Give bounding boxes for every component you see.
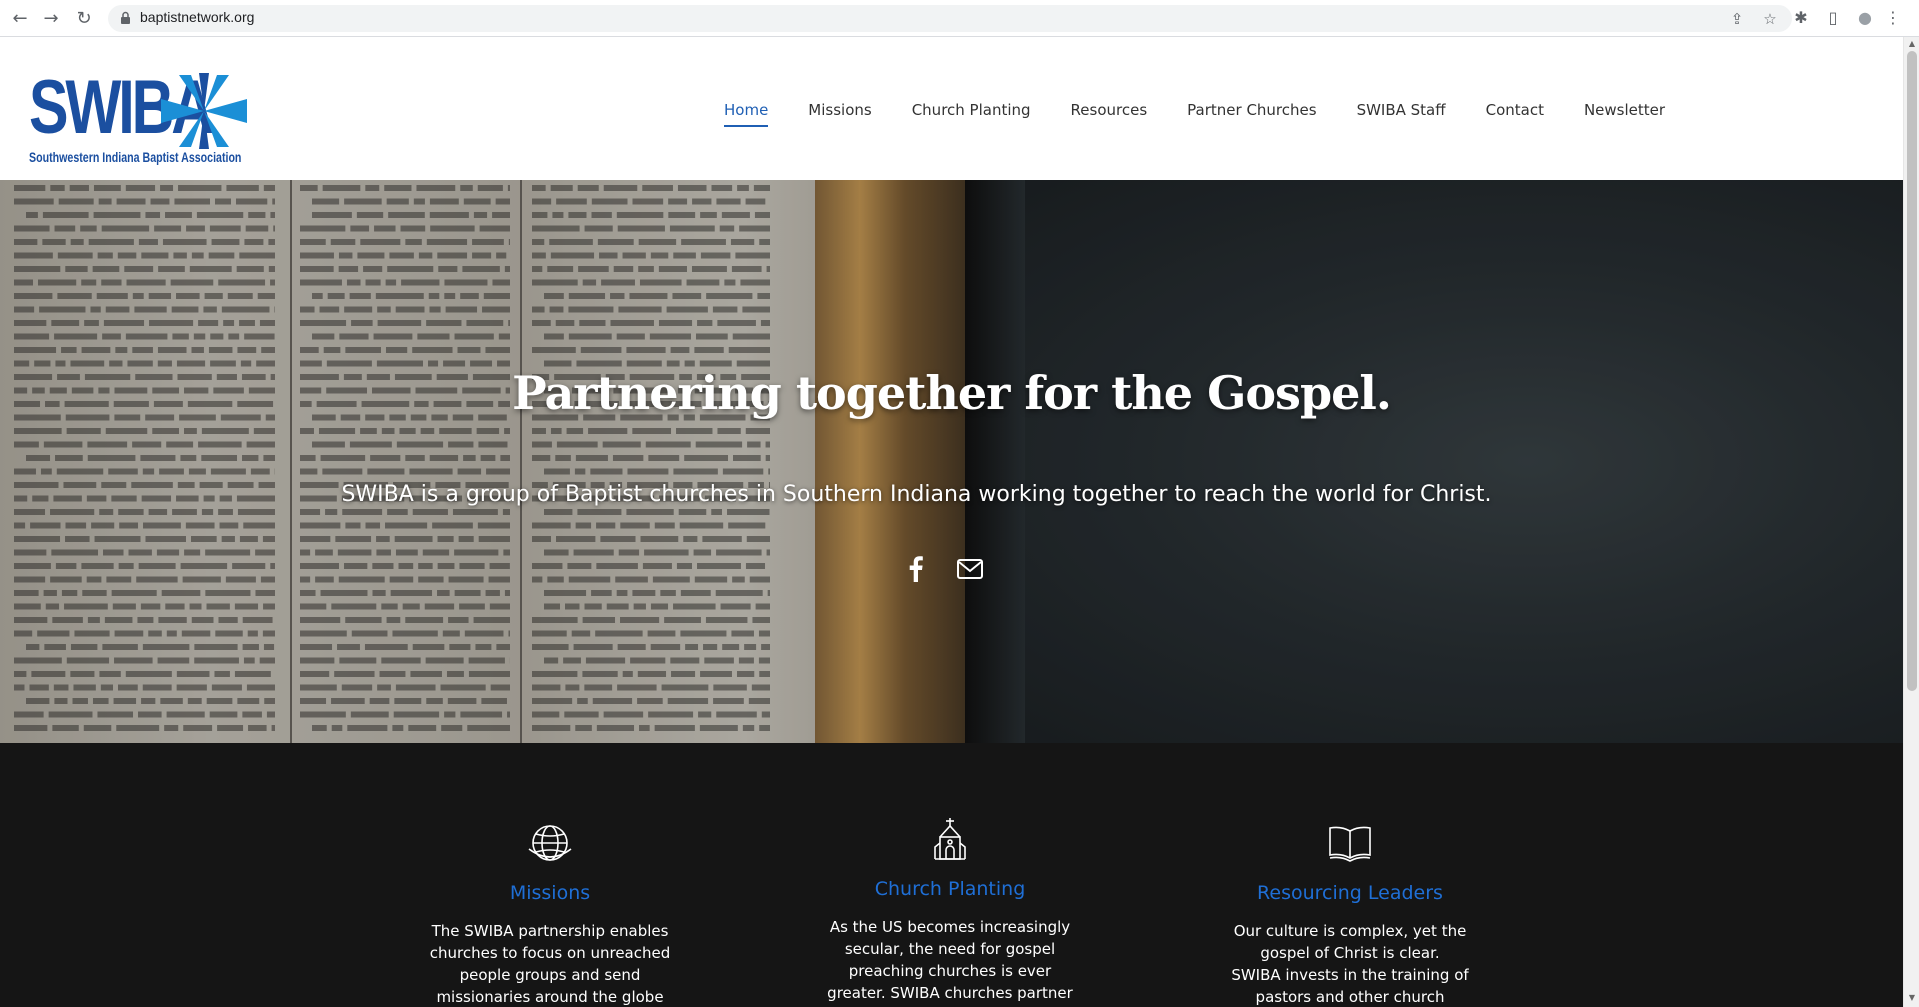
browser-menu-icon[interactable]: ⋮	[1883, 8, 1903, 28]
feature-line: Our culture is complex, yet the	[1233, 922, 1467, 940]
nav-newsletter[interactable]: Newsletter	[1584, 101, 1665, 127]
share-icon[interactable]: ⇪	[1728, 10, 1746, 28]
feature-description: Our culture is complex, yet the gospel o…	[1225, 920, 1475, 1007]
forward-arrow-icon: →	[43, 7, 59, 29]
nav-church-planting[interactable]: Church Planting	[912, 101, 1031, 127]
side-panel-icon[interactable]: ▯	[1823, 8, 1843, 28]
reload-icon: ↻	[76, 7, 92, 29]
url-text: baptistnetwork.org	[140, 9, 255, 25]
nav-home[interactable]: Home	[724, 101, 769, 127]
scroll-up-icon[interactable]: ▲	[1907, 39, 1917, 49]
back-button[interactable]: ←	[9, 7, 31, 29]
scroll-thumb[interactable]	[1907, 51, 1917, 691]
feature-line: churches to focus on unreached	[429, 944, 671, 962]
bookmark-star-icon[interactable]: ☆	[1761, 10, 1779, 28]
globe-icon	[528, 825, 572, 861]
feature-line: gospel of Christ is clear.	[1260, 944, 1440, 962]
feature-line: preaching churches is ever	[848, 962, 1052, 980]
nav-partner-churches[interactable]: Partner Churches	[1187, 101, 1316, 127]
feature-line: pastors and other church	[1255, 988, 1445, 1006]
hero-subtitle: SWIBA is a group of Baptist churches in …	[341, 482, 1492, 507]
feature-line: missionaries around the globe	[436, 988, 664, 1006]
hero-title: Partnering together for the Gospel.	[512, 366, 1392, 420]
feature-line: people groups and send	[459, 966, 641, 984]
nav-swiba-staff[interactable]: SWIBA Staff	[1357, 101, 1446, 127]
feature-title[interactable]: Church Planting	[805, 878, 1095, 900]
email-envelope-icon[interactable]	[955, 554, 985, 584]
star-burst-icon	[161, 73, 247, 149]
hero-banner: Partnering together for the Gospel. SWIB…	[0, 180, 1903, 743]
reload-button[interactable]: ↻	[73, 7, 95, 29]
feature-description: As the US becomes increasingly secular, …	[825, 916, 1075, 1004]
extensions-icon[interactable]: ✱	[1791, 8, 1811, 28]
facebook-icon[interactable]	[901, 554, 931, 584]
feature-line: SWIBA invests in the training of	[1231, 966, 1469, 984]
lock-icon	[121, 11, 130, 24]
feature-title[interactable]: Resourcing Leaders	[1205, 882, 1495, 904]
address-bar[interactable]: baptistnetwork.org ⇪ ☆	[108, 5, 1792, 32]
feature-line: secular, the need for gospel	[844, 940, 1056, 958]
feature-line: The SWIBA partnership enables	[431, 922, 669, 940]
nav-missions[interactable]: Missions	[808, 101, 871, 127]
feature-line: As the US becomes increasingly	[829, 918, 1071, 936]
feature-line: greater. SWIBA churches partner	[827, 984, 1073, 1002]
page-scrollbar[interactable]: ▲ ▼	[1903, 37, 1919, 1007]
feature-description: The SWIBA partnership enables churches t…	[425, 920, 675, 1007]
main-navigation: Home Missions Church Planting Resources …	[724, 101, 1705, 127]
forward-button[interactable]: →	[40, 7, 62, 29]
hero-overlay	[0, 180, 1903, 743]
scroll-down-icon[interactable]: ▼	[1907, 993, 1917, 1003]
browser-toolbar: ← → ↻ baptistnetwork.org ⇪ ☆ ✱ ▯ ● ⋮	[0, 0, 1919, 37]
logo-subtitle: Southwestern Indiana Baptist Association	[29, 149, 242, 165]
features-section: Missions The SWIBA partnership enables c…	[0, 743, 1903, 1007]
nav-contact[interactable]: Contact	[1486, 101, 1544, 127]
church-icon	[934, 818, 966, 860]
profile-avatar-icon[interactable]: ●	[1855, 8, 1875, 28]
nav-resources[interactable]: Resources	[1071, 101, 1148, 127]
site-header: SWIBA Southwestern Indiana Baptist Assoc…	[0, 37, 1903, 180]
open-book-icon	[1329, 826, 1371, 862]
back-arrow-icon: ←	[12, 7, 28, 29]
feature-title[interactable]: Missions	[405, 882, 695, 904]
swiba-logo[interactable]: SWIBA Southwestern Indiana Baptist Assoc…	[29, 65, 249, 165]
